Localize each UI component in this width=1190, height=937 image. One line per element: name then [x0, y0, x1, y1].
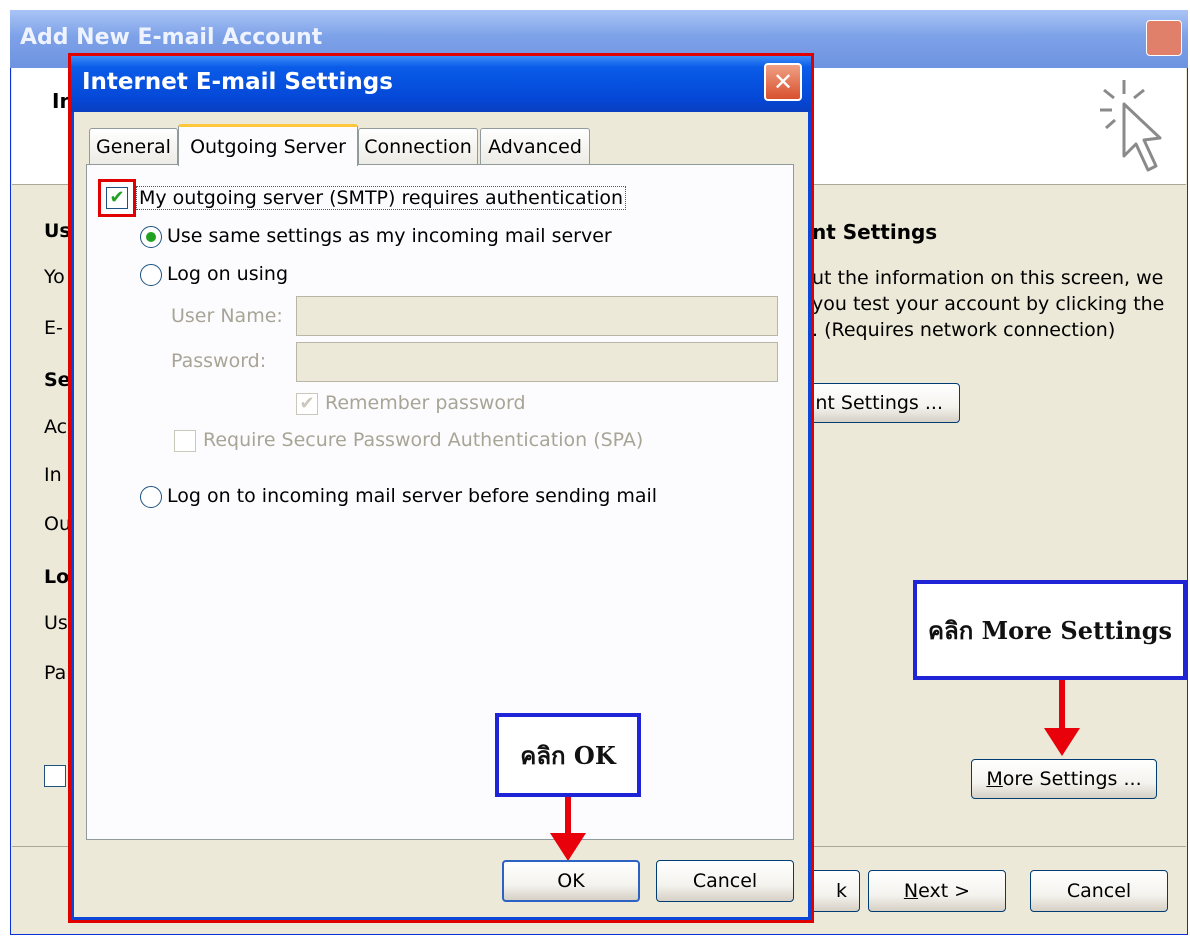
- next-label: Next >: [903, 880, 971, 902]
- bg-left-label-6: Ou: [44, 513, 71, 535]
- bg-left-label-1: Yo: [44, 266, 65, 288]
- annotation-arrow-ok: [550, 797, 586, 863]
- same-settings-radio[interactable]: [140, 226, 162, 248]
- spa-label: Require Secure Password Authentication (…: [203, 429, 644, 451]
- bg-left-label-5: In: [44, 464, 62, 486]
- ok-button[interactable]: OK: [502, 860, 640, 902]
- bg-left-label-7: Lo: [44, 566, 70, 588]
- dialog-cancel-button[interactable]: Cancel: [656, 860, 794, 902]
- more-settings-label: More Settings ...: [986, 768, 1142, 790]
- tab-general[interactable]: General: [89, 128, 178, 164]
- test-description-line-2: you test your account by clicking the: [812, 293, 1165, 315]
- bg-left-label-2: E-: [44, 317, 63, 339]
- log-on-before-sending-radio[interactable]: [140, 486, 162, 508]
- password-input[interactable]: [296, 342, 778, 382]
- tab-outgoing-server[interactable]: Outgoing Server: [178, 124, 358, 166]
- same-settings-label[interactable]: Use same settings as my incoming mail se…: [167, 225, 612, 247]
- next-button[interactable]: Next >: [868, 870, 1006, 912]
- log-on-using-label[interactable]: Log on using: [167, 263, 288, 285]
- radio-selected-dot: [146, 232, 156, 242]
- bg-left-label-9: Pa: [44, 662, 67, 684]
- add-account-checkbox[interactable]: [44, 765, 66, 787]
- wizard-cancel-button[interactable]: Cancel: [1030, 870, 1168, 912]
- tab-connection[interactable]: Connection: [358, 128, 478, 164]
- bg-left-label-3: Se: [44, 369, 71, 391]
- more-settings-button[interactable]: More Settings ...: [971, 759, 1157, 799]
- bg-left-label-8: Us: [44, 612, 68, 634]
- annotation-click-more-settings: คลิก More Settings: [913, 580, 1187, 680]
- log-on-before-sending-label[interactable]: Log on to incoming mail server before se…: [167, 485, 657, 507]
- remember-password-label: Remember password: [325, 392, 526, 414]
- test-description-line-1: ut the information on this screen, we: [812, 267, 1164, 289]
- password-label: Password:: [171, 350, 267, 372]
- add-account-title: Add New E-mail Account: [20, 25, 323, 50]
- test-settings-heading: nt Settings: [812, 220, 938, 244]
- test-description-line-3: . (Requires network connection): [812, 319, 1116, 341]
- tab-advanced[interactable]: Advanced: [480, 128, 590, 164]
- remember-password-checkbox[interactable]: ✔: [296, 393, 318, 415]
- dialog-close-icon[interactable]: ✕: [764, 63, 802, 101]
- user-name-label: User Name:: [171, 305, 283, 327]
- log-on-using-radio[interactable]: [140, 264, 162, 286]
- smtp-auth-checkbox[interactable]: ✔: [106, 187, 128, 209]
- bg-left-label-4: Ac: [44, 416, 68, 438]
- add-account-close-icon[interactable]: [1146, 20, 1182, 56]
- smtp-auth-label[interactable]: My outgoing server (SMTP) requires authe…: [136, 186, 627, 210]
- dialog-title: Internet E-mail Settings: [82, 69, 393, 95]
- annotation-click-ok: คลิก OK: [495, 713, 641, 797]
- spa-checkbox[interactable]: [174, 430, 196, 452]
- cursor-sparkle-icon: [1100, 80, 1162, 172]
- annotation-arrow-more-settings: [1044, 680, 1080, 756]
- user-name-input[interactable]: [296, 296, 778, 336]
- bg-left-label-0: Us: [44, 220, 71, 242]
